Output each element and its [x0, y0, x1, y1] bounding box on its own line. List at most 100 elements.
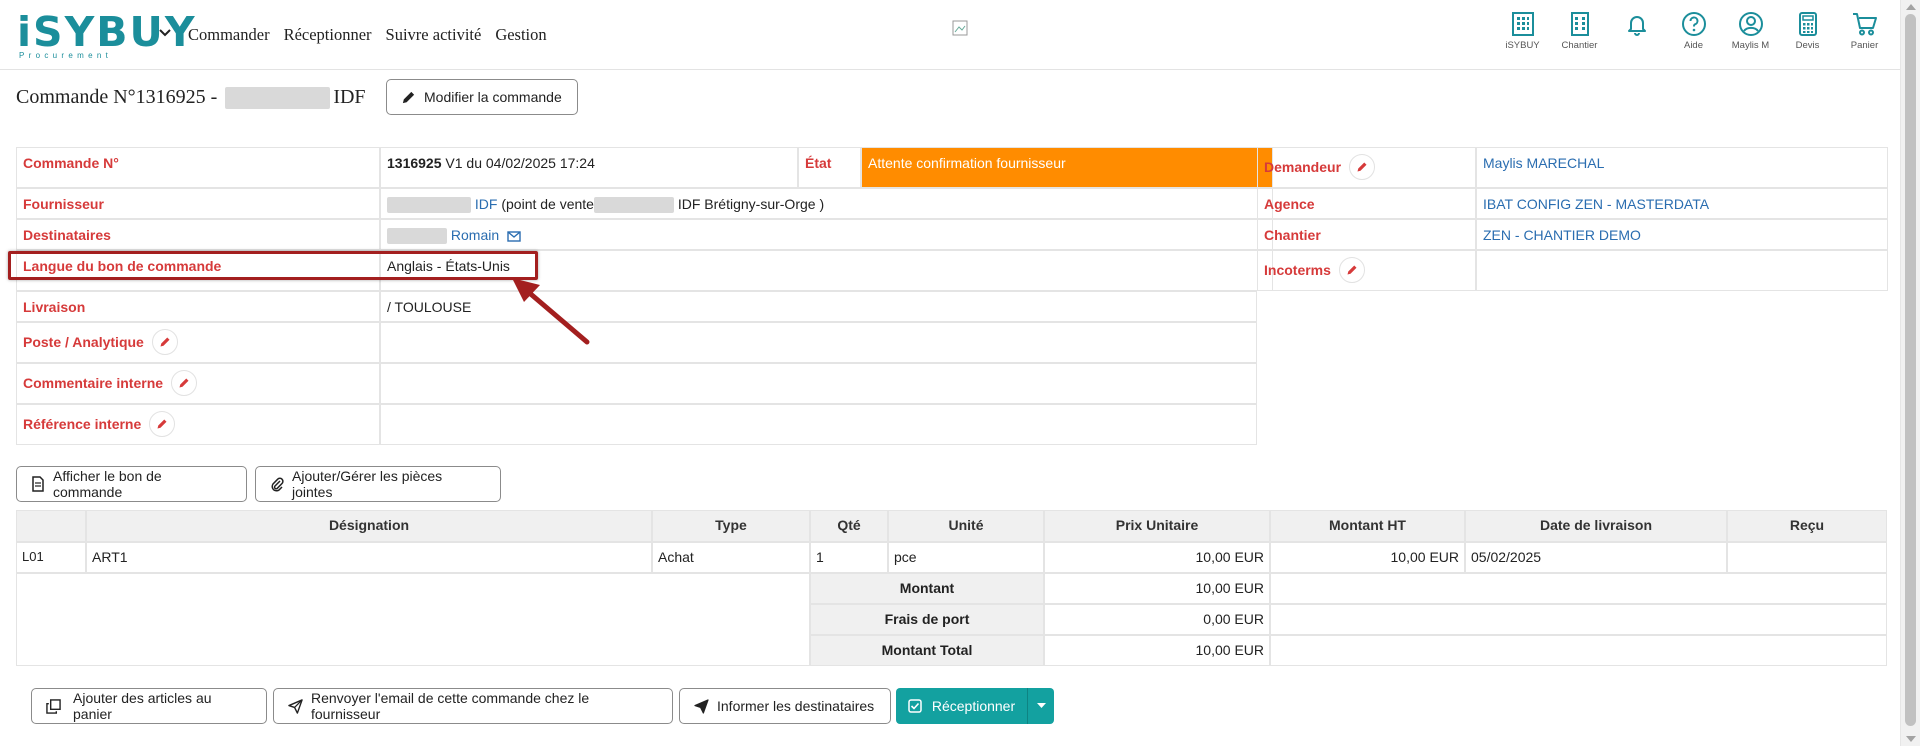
edit-incoterms-button[interactable] [1338, 257, 1365, 283]
top-icon-bar: iSYBUY Chantier Aide Maylis M Devis Pani… [1494, 11, 1893, 52]
fournisseur-pos: IDF Brétigny-sur-Orge ) [673, 196, 825, 212]
total-frais-port-label: Frais de port [810, 604, 1044, 635]
receive-dropdown-toggle[interactable] [1028, 688, 1054, 724]
chantier-menu[interactable]: Chantier [1551, 11, 1608, 52]
pencil-icon [402, 91, 415, 103]
col-header-qte: Qté [810, 510, 888, 542]
fournisseur-value: IDF (point de vente IDF Brétigny-sur-Org… [380, 188, 1273, 219]
reference-value [380, 404, 1257, 445]
main-menu: Commander Réceptionner Suivre activité G… [188, 25, 547, 45]
notifications-button[interactable] [1608, 11, 1665, 52]
devis-button[interactable]: Devis [1779, 11, 1836, 52]
pencil-icon [1347, 265, 1357, 275]
table-row-montant-ht: 10,00 EUR [1270, 542, 1465, 573]
menu-gestion[interactable]: Gestion [495, 25, 546, 45]
agence-value[interactable]: IBAT CONFIG ZEN - MASTERDATA [1476, 188, 1888, 219]
chantier-label: Chantier [1257, 219, 1476, 250]
resend-email-button[interactable]: Renvoyer l'email de cette commande chez … [273, 688, 673, 724]
destinataires-value: Romain [380, 219, 1273, 250]
annotation-arrow-icon [512, 278, 590, 345]
top-navbar: iSYBUY Procurement Commander Réceptionne… [0, 0, 1900, 70]
menu-receptionner[interactable]: Réceptionner [284, 25, 372, 45]
pencil-icon [160, 337, 170, 347]
notifications-label [1608, 40, 1665, 52]
commentaire-label: Commentaire interne [23, 375, 164, 391]
page-scrollbar[interactable] [1900, 0, 1920, 746]
panier-button[interactable]: Panier [1836, 11, 1893, 52]
menu-commander[interactable]: Commander [188, 25, 270, 45]
commande-version: V1 du 04/02/2025 17:24 [441, 155, 595, 171]
chantier-value[interactable]: ZEN - CHANTIER DEMO [1476, 219, 1888, 250]
reference-label-cell: Référence interne [16, 404, 380, 445]
total-general-label: Montant Total [810, 635, 1044, 666]
show-purchase-order-label: Afficher le bon de commande [53, 468, 162, 500]
col-header-type: Type [652, 510, 810, 542]
scrollbar-thumb[interactable] [1905, 14, 1916, 726]
modify-order-button[interactable]: Modifier la commande [386, 79, 578, 115]
menu-suivre-activite[interactable]: Suivre activité [386, 25, 482, 45]
user-label: Maylis M [1731, 40, 1770, 51]
status-badge: Attente confirmation fournisseur [861, 147, 1273, 188]
fournisseur-pos-prefix: (point de vente [497, 196, 594, 212]
table-row-date-livraison: 05/02/2025 [1465, 542, 1727, 573]
incoterms-value [1476, 250, 1888, 291]
receive-button[interactable]: Réceptionner [896, 688, 1028, 724]
total-montant-label: Montant [810, 573, 1044, 604]
panier-label: Panier [1850, 40, 1879, 51]
show-purchase-order-button[interactable]: Afficher le bon de commande [16, 466, 247, 502]
scroll-down-arrow-icon[interactable] [1906, 736, 1916, 742]
document-icon [32, 476, 44, 492]
commentaire-label-cell: Commentaire interne [16, 363, 380, 404]
livraison-label: Livraison [16, 291, 380, 322]
edit-poste-button[interactable] [151, 329, 178, 355]
total-general-filler [1270, 635, 1887, 666]
col-header-unite: Unité [888, 510, 1044, 542]
table-row-recu [1727, 542, 1887, 573]
add-to-cart-button[interactable]: Ajouter des articles au panier [31, 688, 267, 724]
col-header-line [16, 510, 86, 542]
total-frais-port-value: 0,00 EUR [1044, 604, 1270, 635]
scroll-up-arrow-icon[interactable] [1906, 4, 1916, 10]
cart-icon [1852, 13, 1877, 36]
reference-label: Référence interne [23, 416, 142, 432]
table-row-designation: ART1 [86, 542, 652, 573]
destinataires-label: Destinataires [16, 219, 380, 250]
devis-label: Devis [1795, 40, 1820, 51]
edit-demandeur-button[interactable] [1349, 154, 1376, 180]
demandeur-value[interactable]: Maylis MARECHAL [1476, 147, 1888, 188]
title-prefix: Commande N°1316925 - [16, 86, 218, 108]
add-to-cart-label: Ajouter des articles au panier [73, 690, 212, 722]
col-header-designation: Désignation [86, 510, 652, 542]
inform-recipients-label: Informer les destinataires [717, 698, 875, 714]
poste-label-cell: Poste / Analytique [16, 322, 380, 363]
attachments-button[interactable]: Ajouter/Gérer les pièces jointes [255, 466, 501, 502]
edit-commentaire-button[interactable] [171, 370, 198, 396]
building-icon [1511, 12, 1534, 36]
col-header-date-livraison: Date de livraison [1465, 510, 1727, 542]
paper-plane-icon [694, 698, 709, 714]
redacted-recipient [387, 228, 447, 245]
fournisseur-link[interactable]: IDF [475, 196, 498, 212]
etat-label: État [798, 147, 861, 188]
total-montant-value: 10,00 EUR [1044, 573, 1270, 604]
pencil-icon [179, 378, 189, 388]
aide-label: Aide [1683, 40, 1703, 51]
aide-button[interactable]: Aide [1665, 11, 1722, 52]
bell-icon [1627, 16, 1646, 36]
edit-reference-button[interactable] [149, 411, 176, 437]
incoterms-label-cell: Incoterms [1257, 250, 1476, 291]
receive-button-group: Réceptionner [896, 688, 1054, 724]
total-frais-port-filler [1270, 604, 1887, 635]
user-menu[interactable]: Maylis M [1722, 11, 1779, 52]
table-row-prix-unitaire: 10,00 EUR [1044, 542, 1270, 573]
destinataire-link[interactable]: Romain [451, 227, 499, 243]
receive-label: Réceptionner [931, 698, 1016, 714]
col-header-prix-unitaire: Prix Unitaire [1044, 510, 1270, 542]
poste-label: Poste / Analytique [23, 334, 144, 350]
envelope-icon[interactable] [507, 231, 521, 242]
caret-down-icon [1036, 703, 1046, 708]
chevron-down-icon[interactable] [158, 28, 172, 38]
inform-recipients-button[interactable]: Informer les destinataires [679, 688, 891, 724]
fournisseur-label: Fournisseur [16, 188, 380, 219]
isybuy-menu[interactable]: iSYBUY [1494, 11, 1551, 52]
